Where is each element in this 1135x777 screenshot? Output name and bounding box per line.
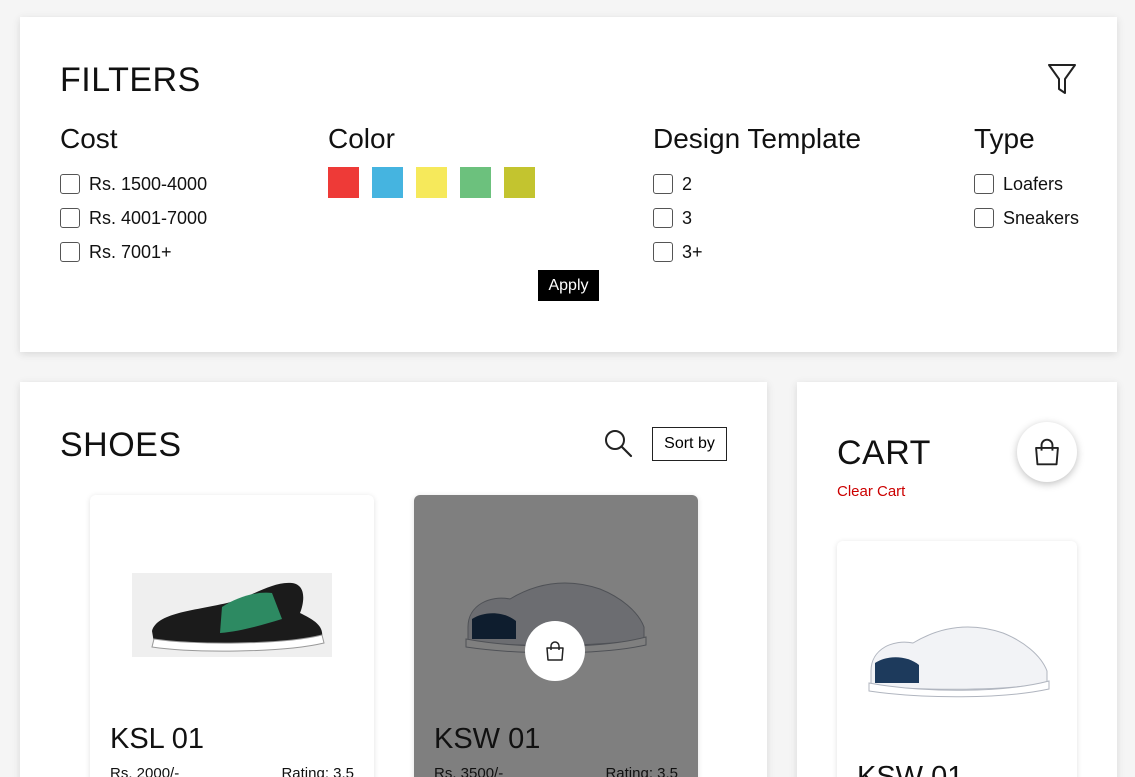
design-option-label: 3 — [682, 207, 693, 228]
cost-option[interactable]: Rs. 4001-7000 — [60, 201, 207, 235]
design-option-label: 3+ — [682, 241, 703, 262]
type-heading: Type — [974, 123, 1035, 154]
shoe-image — [868, 626, 1050, 698]
design-checkbox[interactable] — [653, 174, 673, 194]
type-checkbox[interactable] — [974, 208, 994, 228]
apply-button[interactable]: Apply — [538, 270, 599, 301]
color-swatches — [328, 167, 535, 198]
cost-option-label: Rs. 1500-4000 — [89, 173, 208, 194]
cost-heading: Cost — [60, 123, 118, 154]
cost-filter-group: Cost Rs. 1500-4000 Rs. 4001-7000 Rs. 700… — [60, 123, 207, 269]
shoe-image — [132, 573, 332, 657]
shopping-bag-icon — [1035, 438, 1059, 466]
design-checkbox[interactable] — [653, 208, 673, 228]
product-rating: Rating: 3.5 — [281, 765, 354, 777]
design-option[interactable]: 3+ — [653, 235, 861, 269]
cost-option[interactable]: Rs. 1500-4000 — [60, 167, 207, 201]
design-option-label: 2 — [682, 173, 693, 194]
product-name: KSL 01 — [110, 723, 205, 755]
add-to-cart-button[interactable] — [525, 621, 585, 681]
shoes-panel: SHOES Sort by KSL 01 Rs. 2000/- Rating: … — [20, 382, 767, 777]
shopping-bag-icon — [546, 641, 564, 661]
product-name: KSW 01 — [434, 723, 541, 755]
sort-by-button[interactable]: Sort by — [652, 427, 727, 461]
clear-cart-link[interactable]: Clear Cart — [837, 483, 905, 500]
cart-item-card[interactable]: KSW 01 — [837, 541, 1077, 777]
design-template-filter-group: Design Template 2 3 3+ — [653, 123, 861, 269]
color-swatch[interactable] — [416, 167, 447, 198]
shoes-title: SHOES — [60, 426, 182, 464]
filter-funnel-icon[interactable] — [1047, 62, 1077, 96]
type-option-label: Sneakers — [1003, 207, 1080, 228]
product-card[interactable]: KSW 01 Rs. 3500/- Rating: 3.5 — [414, 495, 698, 777]
design-checkbox[interactable] — [653, 242, 673, 262]
cost-checkbox[interactable] — [60, 174, 80, 194]
search-icon[interactable] — [603, 428, 633, 458]
color-swatch[interactable] — [460, 167, 491, 198]
cost-checkbox[interactable] — [60, 242, 80, 262]
product-rating: Rating: 3.5 — [605, 765, 678, 777]
type-checkbox[interactable] — [974, 174, 994, 194]
filters-title: FILTERS — [60, 61, 201, 99]
design-option[interactable]: 2 — [653, 167, 861, 201]
product-card[interactable]: KSL 01 Rs. 2000/- Rating: 3.5 — [90, 495, 374, 777]
cost-option-label: Rs. 7001+ — [89, 241, 172, 262]
cart-panel: CART Clear Cart KSW 01 — [797, 382, 1117, 777]
color-filter-group: Color — [328, 123, 535, 198]
product-price: Rs. 2000/- — [110, 765, 180, 777]
color-swatch[interactable] — [504, 167, 535, 198]
product-price: Rs. 3500/- — [434, 765, 504, 777]
cart-item-name: KSW 01 — [857, 761, 964, 777]
color-heading: Color — [328, 123, 395, 154]
color-swatch[interactable] — [372, 167, 403, 198]
color-swatch[interactable] — [328, 167, 359, 198]
cost-checkbox[interactable] — [60, 208, 80, 228]
cost-option[interactable]: Rs. 7001+ — [60, 235, 207, 269]
type-option[interactable]: Loafers — [974, 167, 1079, 201]
design-template-heading: Design Template — [653, 123, 862, 154]
filters-panel: FILTERS Cost Rs. 1500-4000 Rs. 4001-7000… — [20, 17, 1117, 352]
design-option[interactable]: 3 — [653, 201, 861, 235]
cost-option-label: Rs. 4001-7000 — [89, 207, 208, 228]
cart-bag-button[interactable] — [1017, 422, 1077, 482]
type-option[interactable]: Sneakers — [974, 201, 1079, 235]
cart-title: CART — [837, 434, 931, 472]
type-option-label: Loafers — [1003, 173, 1064, 194]
type-filter-group: Type Loafers Sneakers — [974, 123, 1079, 235]
